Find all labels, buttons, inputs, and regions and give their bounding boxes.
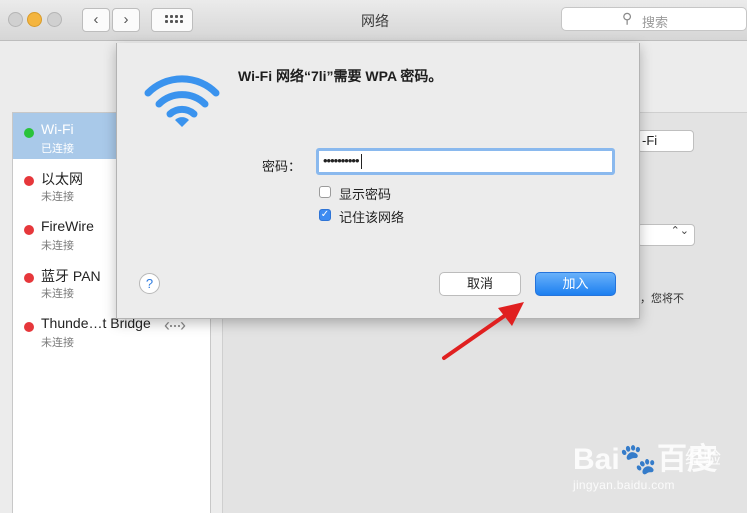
forward-button[interactable]: › (112, 8, 140, 32)
status-dot (24, 176, 34, 186)
show-password-checkbox[interactable] (319, 186, 331, 198)
password-value: •••••••••• (323, 153, 360, 168)
service-status: 未连接 (41, 337, 74, 349)
window-title: 网络 (361, 13, 389, 29)
baidu-jingyan-watermark: Bai🐾百度 经验 jingyan.baidu.com (567, 430, 737, 500)
chevron-updown-icon: ⌃⌄ (670, 225, 689, 237)
window-toolbar: ‹ › 网络 ⚲ 搜索 (0, 0, 747, 41)
cancel-button[interactable]: 取消 (439, 272, 521, 296)
search-placeholder: 搜索 (642, 15, 669, 30)
help-button[interactable]: ? (139, 273, 160, 294)
text-caret (360, 154, 362, 170)
service-name: Wi-Fi (41, 121, 74, 137)
zoom-window-button[interactable] (47, 12, 62, 27)
network-name-select[interactable]: ⌃⌄ (637, 224, 695, 246)
password-label: 密码： (262, 159, 302, 174)
show-password-label[interactable]: 显示密码 (339, 184, 391, 203)
wifi-icon (144, 75, 220, 127)
wifi-password-dialog: Wi-Fi 网络“7li”需要 WPA 密码。 密码： •••••••••• 显… (116, 43, 640, 319)
search-icon: ⚲ (622, 10, 633, 26)
service-status: 未连接 (41, 288, 74, 300)
watermark-url: jingyan.baidu.com (573, 478, 675, 492)
dialog-title: Wi-Fi 网络“7li”需要 WPA 密码。 (238, 68, 443, 84)
service-status: 未连接 (41, 191, 74, 203)
checkmark-icon: ✓ (320, 209, 330, 220)
join-button[interactable]: 加入 (535, 272, 616, 296)
remember-network-label[interactable]: 记住该网络 (339, 207, 404, 226)
annotation-arrow-icon (442, 302, 524, 360)
service-name: 以太网 (41, 171, 83, 187)
status-dot (24, 225, 34, 235)
status-dot (24, 273, 34, 283)
status-dot (24, 322, 34, 332)
turn-wifi-button[interactable]: -Fi (637, 130, 694, 152)
watermark-jingyan: 经验 (685, 448, 721, 468)
service-name: FireWire (41, 218, 94, 234)
minimize-window-button[interactable] (27, 12, 42, 27)
remember-network-checkbox[interactable]: ✓ (319, 209, 331, 221)
close-window-button[interactable] (8, 12, 23, 27)
show-all-grid-button[interactable] (151, 8, 193, 32)
search-field[interactable]: ⚲ 搜索 (561, 7, 747, 31)
pane-description-text: ，您将不 (640, 293, 684, 305)
password-field[interactable]: •••••••••• (316, 148, 615, 175)
service-status: 已连接 (41, 143, 74, 155)
back-button[interactable]: ‹ (82, 8, 110, 32)
service-status: 未连接 (41, 240, 74, 252)
status-dot (24, 128, 34, 138)
service-name: 蓝牙 PAN (41, 268, 101, 284)
